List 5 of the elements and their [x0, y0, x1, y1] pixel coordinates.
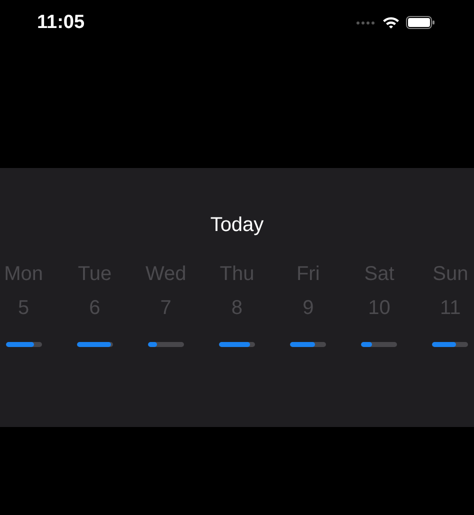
- signal-icon: [356, 20, 376, 24]
- panel-title: Today: [209, 214, 265, 237]
- status-time: 11:05: [37, 12, 85, 34]
- wifi-icon: [382, 16, 400, 29]
- battery-icon: [406, 16, 435, 29]
